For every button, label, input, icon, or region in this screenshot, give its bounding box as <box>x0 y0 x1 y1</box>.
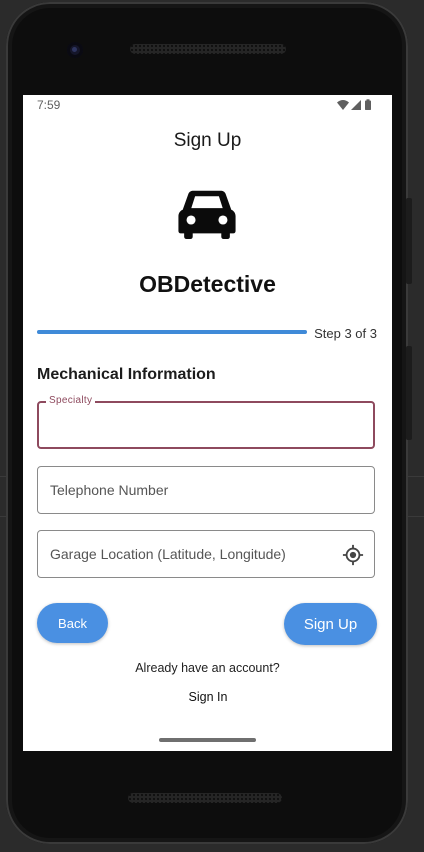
progress-fill <box>37 330 307 334</box>
status-bar: 7:59 <box>23 95 392 115</box>
step-indicator: Step 3 of 3 <box>314 326 377 341</box>
my-location-icon[interactable] <box>342 544 364 566</box>
garage-location-input[interactable] <box>38 531 374 577</box>
status-icons <box>337 99 371 110</box>
power-button <box>406 198 412 284</box>
specialty-field[interactable]: Specialty <box>37 395 375 449</box>
already-have-account-text: Already have an account? <box>135 661 280 675</box>
brand-name: OBDetective <box>139 271 276 297</box>
earpiece-speaker <box>130 44 286 54</box>
battery-icon <box>365 100 371 110</box>
car-icon <box>178 190 236 240</box>
volume-button <box>406 346 412 440</box>
telephone-input[interactable] <box>38 467 374 513</box>
page-title: Sign Up <box>173 130 242 151</box>
status-time: 7:59 <box>37 98 61 112</box>
section-title: Mechanical Information <box>37 366 216 383</box>
wifi-icon <box>337 100 349 110</box>
app-screen: 7:59 Sign Up OBDetective Step 3 of 3 Mec… <box>23 95 392 751</box>
gesture-nav-handle[interactable] <box>159 738 256 742</box>
sign-up-button[interactable]: Sign Up <box>284 603 377 645</box>
sign-in-link[interactable]: Sign In <box>173 690 243 704</box>
garage-location-field[interactable] <box>37 530 375 578</box>
signup-progress-bar <box>37 330 307 334</box>
back-button[interactable]: Back <box>37 603 108 643</box>
specialty-input[interactable] <box>39 403 373 447</box>
telephone-field[interactable] <box>37 466 375 514</box>
bottom-speaker <box>128 793 282 803</box>
front-camera-icon <box>67 42 83 58</box>
